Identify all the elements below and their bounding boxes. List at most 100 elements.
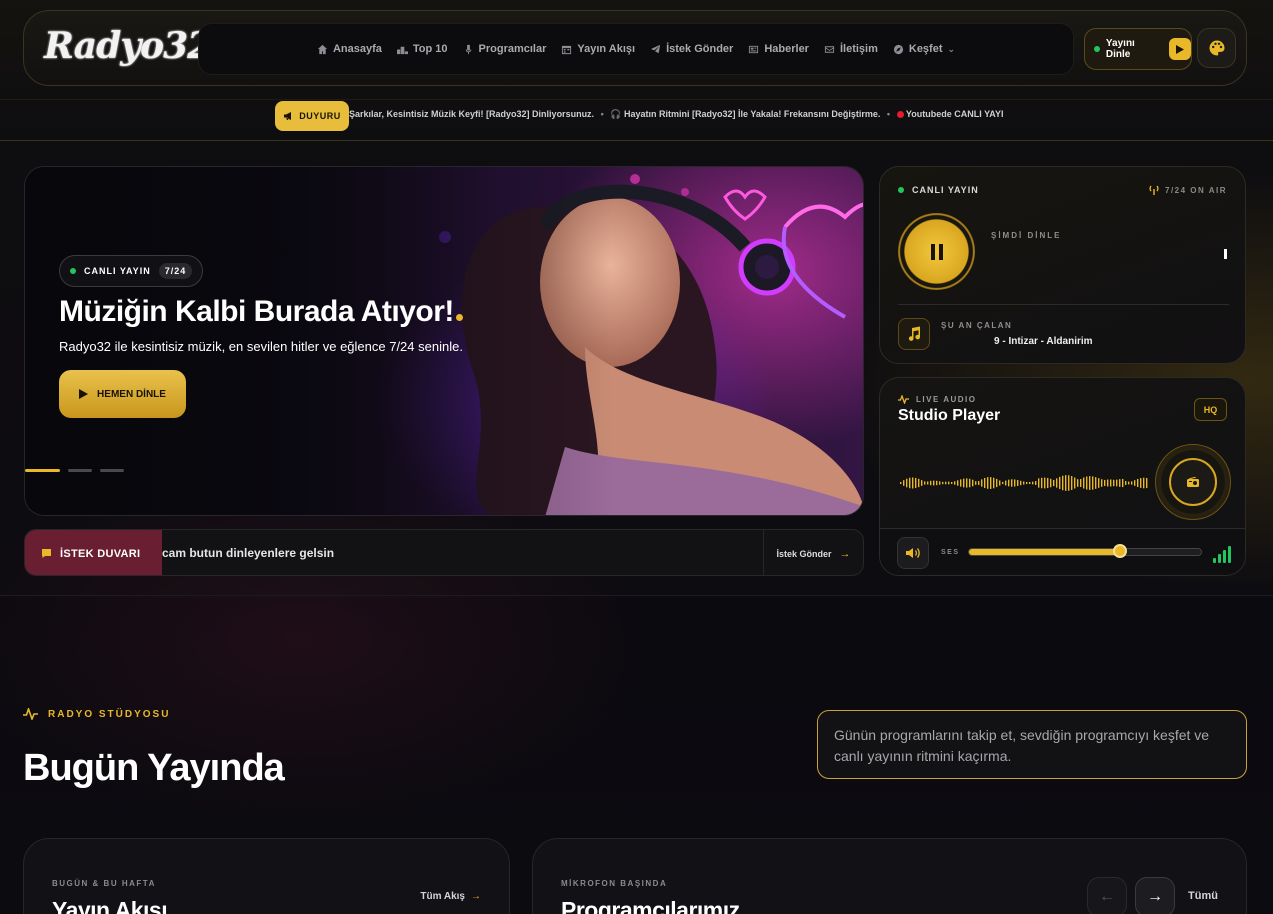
wave-bar [1140,478,1142,488]
listen-live-label: Yayını Dinle [1105,38,1135,60]
speaker-icon [906,548,920,558]
schedule-eyebrow: BUGÜN & BU HAFTA [52,879,156,888]
wave-bar [1038,478,1040,488]
arrow-left-icon: ← [1099,888,1115,905]
pulse-icon [898,395,909,404]
listen-now-button[interactable]: HEMEN DİNLE [59,370,186,418]
wave-bar [1017,480,1019,486]
request-wall-tag: İSTEK DUVARI [25,530,162,575]
wave-bar [1053,479,1055,487]
wave-bar [936,480,938,486]
nav-item-top10[interactable]: Top 10 [396,43,448,55]
wave-bar [909,477,911,489]
hero-live-247: 7/24 [158,263,193,279]
now-playing-song: 9 - Intizar - Aldanirim [994,336,1093,347]
announcement-badge: DUYURU [275,101,349,131]
prev-button[interactable]: ← [1087,877,1127,914]
listen-live-button[interactable]: Yayını Dinle [1084,28,1192,70]
wave-bar [1086,476,1088,490]
full-schedule-link[interactable]: Tüm Akış → [420,891,481,902]
wave-bar [966,478,968,488]
section-divider [0,595,1273,596]
wave-bar [1068,475,1070,491]
wave-bar [963,478,965,488]
arrow-right-icon: → [839,547,851,560]
slider-dot[interactable] [25,469,60,472]
wave-bar [1041,477,1043,489]
nav-item-discover[interactable]: Keşfet ⌄ [893,43,955,55]
request-wall-label: İSTEK DUVARI [60,547,141,560]
studio-player: LIVE AUDIO Studio Player HQ SES [879,377,1246,576]
studio-eyebrow-text: LIVE AUDIO [916,395,977,404]
nav-item-home[interactable]: Anasayfa [317,43,382,55]
wave-bar [912,477,914,489]
wave-bar [969,478,971,488]
slider-dots [25,469,124,472]
wave-bar [1002,481,1004,485]
signal-bar [1223,550,1226,563]
nav-item-contact[interactable]: İletişim [824,43,878,55]
wave-bar [960,479,962,487]
ticker-item: Youtubede CANLI YAYI [905,109,1004,119]
studio-eyebrow: LIVE AUDIO [898,395,976,404]
wave-bar [1122,478,1124,488]
volume-knob[interactable] [1112,544,1127,558]
main-nav: Anasayfa Top 10 Programcılar Yayın Akışı… [198,23,1074,75]
wave-bar [951,481,953,485]
now-listen-label: ŞİMDİ DİNLE [991,231,1062,240]
nav-item-schedule[interactable]: Yayın Akışı [561,43,635,55]
hosts-title: Programcılarımız [561,897,740,914]
wave-bar [1143,477,1145,489]
nav-label: İstek Gönder [666,43,734,55]
palette-icon [1209,40,1225,56]
wave-bar [930,480,932,486]
slider-dot[interactable] [100,469,124,472]
podium-icon [396,46,408,54]
all-hosts-link[interactable]: Tümü [1188,890,1218,902]
volume-slider[interactable] [968,544,1202,558]
studio-title: Studio Player [898,407,1001,424]
slider-dot[interactable] [68,469,92,472]
wave-bar [1044,477,1046,489]
theme-button[interactable] [1197,28,1236,68]
level-bar [1224,249,1227,259]
section-eyebrow-text: RADYO STÜDYOSU [48,708,171,720]
nav-label: Yayın Akışı [577,43,636,55]
hero-live-badge: CANLI YAYIN 7/24 [59,255,204,287]
next-button[interactable]: → [1135,877,1175,914]
wave-bar [1092,476,1094,490]
nav-item-request[interactable]: İstek Gönder [650,43,733,55]
hero-subtitle: Radyo32 ile kesintisiz müzik, en sevilen… [59,339,463,354]
live-card: CANLI YAYIN 7/24 ON AIR ŞİMDİ DİNLE ŞU A… [879,166,1246,364]
ticker-item: Şarkılar, Kesintisiz Müzik Keyfi! [Radyo… [349,109,595,119]
wave-bar [921,480,923,486]
wave-bar [942,481,944,485]
wave-bar [1062,475,1064,491]
wave-bar [990,477,992,489]
wave-bar [1032,481,1034,485]
volume-button[interactable] [897,537,929,569]
wave-bar [939,481,941,485]
pause-button[interactable] [898,213,975,290]
antenna-icon [1149,185,1159,195]
signal-icon [1213,543,1231,563]
wave-bar [1026,481,1028,485]
wave-bar [1005,480,1007,486]
volume-label: SES [941,549,960,556]
live-dot-icon [898,187,904,193]
site-logo[interactable]: Radyo32 [44,25,212,67]
schedule-card: BUGÜN & BU HAFTA Yayın Akışı Tüm Akış → [23,838,510,914]
on-air-text: 7/24 ON AIR [1165,185,1227,195]
wave-bar [1146,477,1148,489]
radio-disc[interactable] [1155,444,1231,520]
site-header: Radyo32 Anasayfa Top 10 Programcılar Yay… [23,10,1247,86]
nav-item-news[interactable]: Haberler [748,43,809,55]
wave-bar [996,478,998,488]
nav-item-hosts[interactable]: Programcılar [463,43,546,55]
volume-fill [969,549,1120,555]
full-schedule-label: Tüm Akış [420,891,465,902]
pulse-icon [23,708,38,720]
quality-badge[interactable]: HQ [1194,398,1227,421]
send-request-button[interactable]: İstek Gönder → [763,530,863,575]
audio-waveform [900,475,1148,491]
